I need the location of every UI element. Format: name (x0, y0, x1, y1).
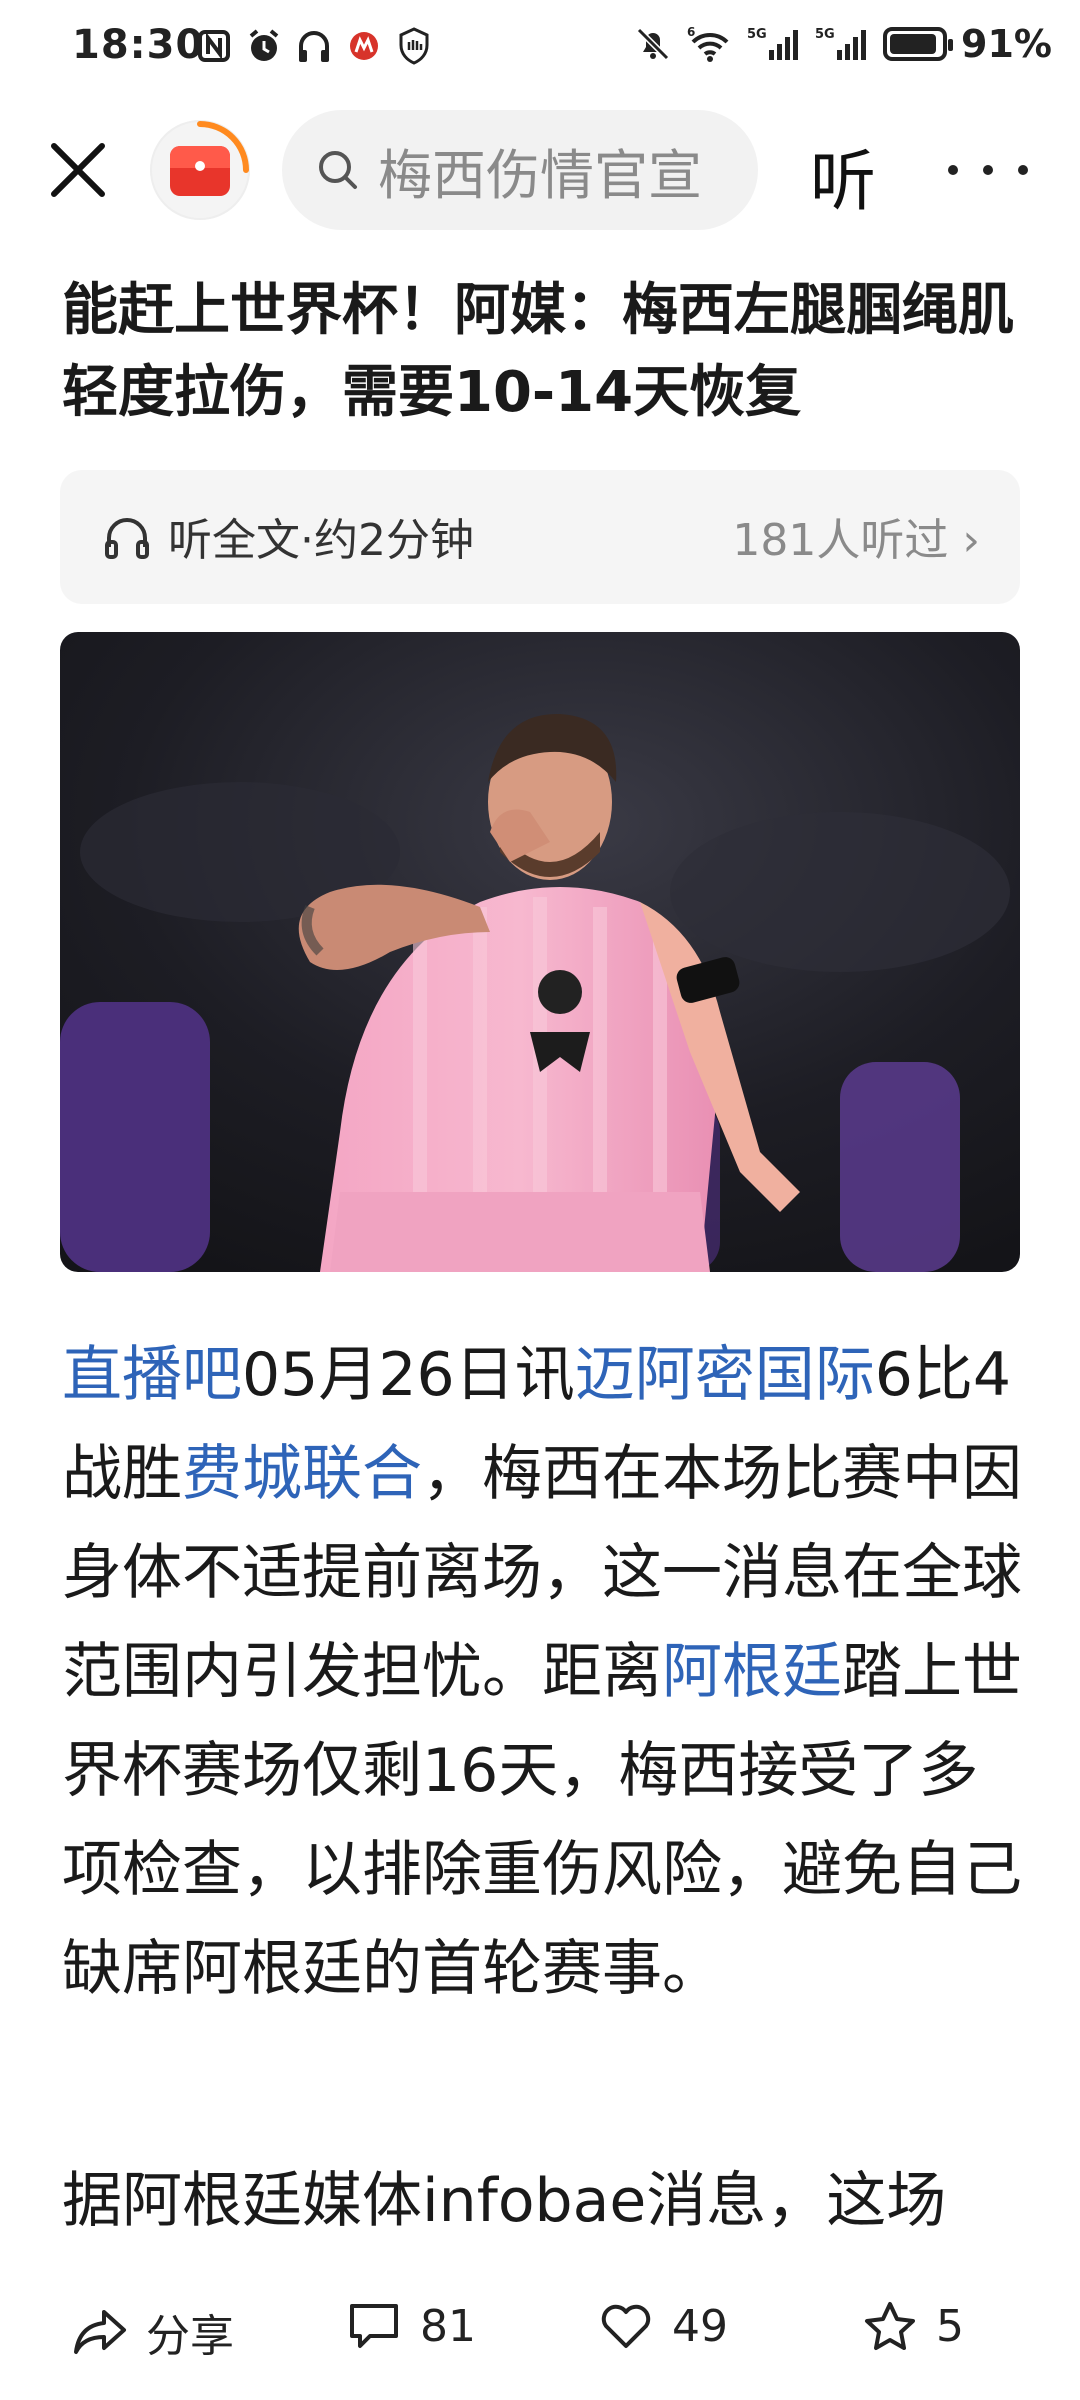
svg-text:6: 6 (687, 25, 695, 39)
more-options-button[interactable] (948, 140, 1028, 200)
more-dot-icon (1018, 165, 1028, 175)
app-avatar-button[interactable] (150, 120, 250, 220)
status-notification-icons (196, 26, 432, 66)
bottom-action-bar: 分享 81 49 5 (0, 2272, 1080, 2400)
privacy-hand-icon (399, 27, 429, 65)
listen-duration-label: 听全文·约2分钟 (168, 515, 474, 566)
mute-bell-icon (636, 27, 670, 61)
battery-icon (883, 27, 954, 61)
top-nav-bar: 梅西伤情官宣 听 (0, 100, 1080, 240)
inline-link[interactable]: 直播吧 (62, 1340, 242, 1410)
search-box[interactable]: 梅西伤情官宣 (282, 110, 758, 230)
comment-count: 81 (420, 2300, 476, 2352)
inline-link[interactable]: 费城联合 (182, 1439, 422, 1509)
close-button[interactable] (40, 132, 116, 208)
close-icon (51, 143, 105, 197)
listen-full-text-bar[interactable]: 听全文·约2分钟 181人听过 › (60, 470, 1020, 604)
more-dot-icon (948, 165, 958, 175)
status-time: 18:30 (72, 22, 205, 68)
wifi-icon: 6 (687, 25, 729, 62)
nfc-icon (198, 30, 230, 62)
status-bar: 18:30 6 5G 5G 91% (0, 0, 1080, 100)
favorite-count: 5 (936, 2300, 964, 2352)
favorite-button[interactable]: 5 (862, 2300, 964, 2352)
svg-text:5G: 5G (815, 27, 835, 42)
share-icon (74, 2310, 126, 2354)
listen-button[interactable]: 听 (810, 128, 876, 224)
headphones-icon (105, 518, 149, 559)
comment-button[interactable]: 81 (346, 2300, 476, 2352)
article-body-paragraph-2: 据阿根廷媒体infobae消息，这场 (62, 2166, 947, 2236)
share-button[interactable]: 分享 (72, 2300, 234, 2364)
app-notification-icon (350, 32, 378, 60)
star-icon (865, 2302, 915, 2350)
body-text-segment: 05月26日讯 (242, 1340, 575, 1410)
battery-percent: 91% (961, 22, 1052, 66)
signal-5g-1-icon: 5G (747, 27, 799, 60)
article-body-paragraph-1: 直播吧05月26日讯迈阿密国际6比4战胜费城联合，梅西在本场比赛中因身体不适提前… (62, 1326, 1022, 2019)
inline-link[interactable]: 阿根廷 (662, 1637, 842, 1707)
status-system-icons: 6 5G 5G 91% (633, 22, 1052, 66)
alarm-icon (249, 29, 279, 61)
search-input[interactable]: 梅西伤情官宣 (378, 131, 738, 210)
red-packet-icon (170, 146, 230, 196)
more-dot-icon (983, 165, 993, 175)
article-paragraph: 直播吧05月26日讯迈阿密国际6比4战胜费城联合，梅西在本场比赛中因身体不适提前… (62, 1326, 1022, 2019)
inline-link[interactable]: 迈阿密国际 (575, 1340, 875, 1410)
search-icon (319, 151, 357, 189)
svg-text:5G: 5G (747, 27, 767, 42)
signal-5g-2-icon: 5G (815, 27, 867, 60)
like-button[interactable]: 49 (598, 2300, 728, 2352)
article-headline: 能赶上世界杯！阿媒：梅西左腿腘绳肌轻度拉伤，需要10-14天恢复 (62, 278, 1014, 425)
share-label: 分享 (146, 2311, 234, 2362)
article-photo[interactable] (60, 632, 1020, 1272)
heart-icon (601, 2304, 651, 2348)
player-photo-illustration (60, 632, 1020, 1272)
listen-count[interactable]: 181人听过 › (732, 504, 980, 568)
battery-fill (890, 34, 937, 54)
headphones-icon (299, 31, 329, 62)
comment-icon (350, 2304, 398, 2348)
like-count: 49 (672, 2300, 728, 2352)
